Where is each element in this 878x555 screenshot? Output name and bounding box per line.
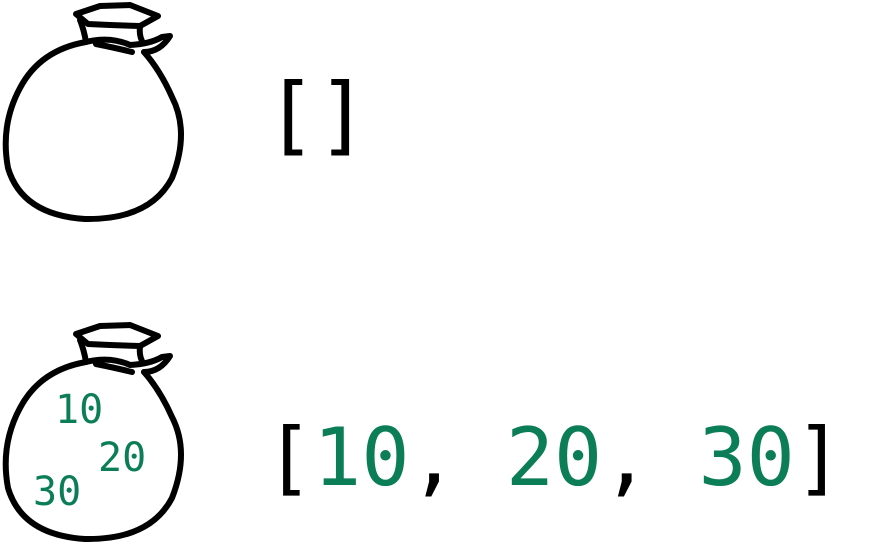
- list-item-30: 30: [698, 411, 795, 504]
- open-bracket: [: [265, 411, 314, 504]
- bag-item-10: 10: [55, 387, 104, 433]
- close-bracket: ]: [794, 411, 843, 504]
- comma-separator: ,: [409, 411, 506, 504]
- bag-item-30: 30: [33, 469, 82, 515]
- empty-bag: [0, 0, 200, 230]
- comma-separator: ,: [602, 411, 699, 504]
- list-item-10: 10: [313, 411, 410, 504]
- open-bracket: [: [265, 65, 317, 165]
- full-bag: 10 20 30: [0, 320, 200, 550]
- bag-item-20: 20: [98, 435, 147, 481]
- list-item-20: 20: [505, 411, 603, 504]
- close-bracket: ]: [316, 65, 369, 165]
- full-list: [10, 20, 30]: [265, 418, 843, 498]
- money-bag-icon: [2, 2, 184, 223]
- empty-list: []: [265, 72, 369, 158]
